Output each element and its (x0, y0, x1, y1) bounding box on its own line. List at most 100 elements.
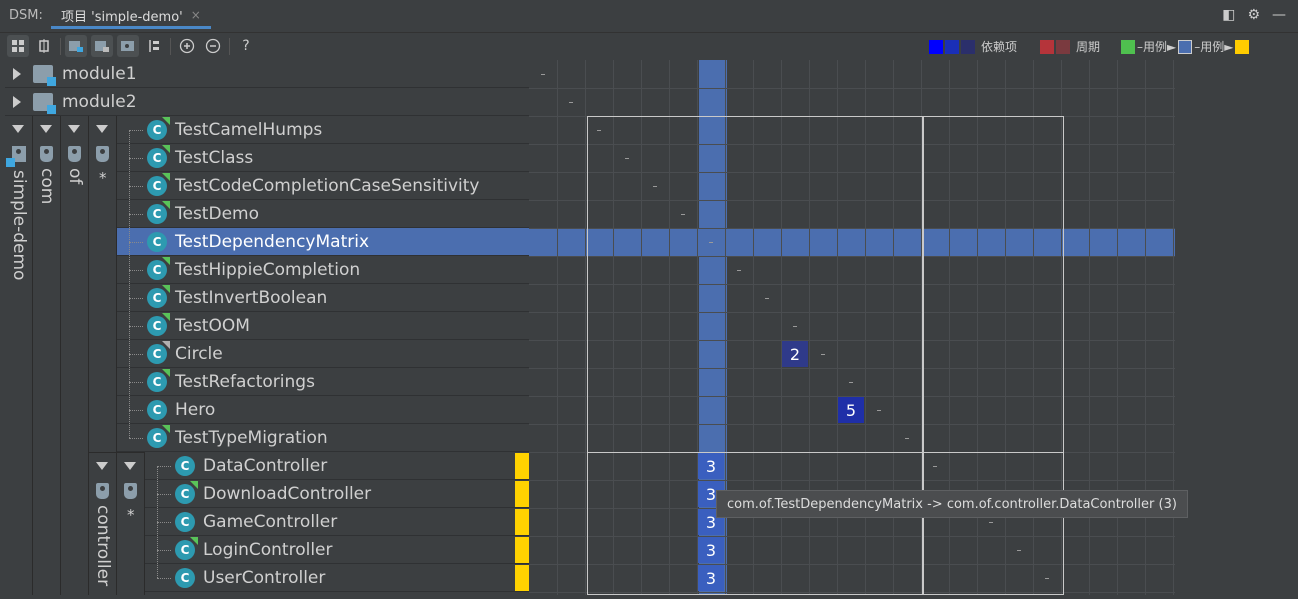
class-name: GameController (203, 511, 338, 532)
group-by-module-icon[interactable] (65, 35, 87, 57)
dependency-count-cell[interactable]: 2 (782, 341, 808, 367)
expand-arrow-icon[interactable] (13, 67, 21, 80)
package-column-star[interactable]: * (89, 116, 117, 452)
expand-matrix-icon[interactable] (33, 35, 55, 57)
class-icon: C (147, 424, 170, 448)
class-name: TestTypeMigration (175, 427, 328, 448)
class-row[interactable]: C TestCodeCompletionCaseSensitivity (117, 172, 529, 200)
tree-structure-icon[interactable] (143, 35, 165, 57)
legend-usage-label-1: –用例► (1137, 40, 1177, 54)
package-icon (40, 146, 53, 162)
package-name: com (37, 168, 57, 205)
flatten-packages-icon[interactable] (117, 35, 139, 57)
class-row[interactable]: C DataController (145, 452, 529, 480)
class-icon: C (175, 536, 198, 560)
module-row[interactable]: module2 (5, 88, 529, 116)
legend-cycle-label: 周期 (1076, 40, 1101, 54)
class-icon: C (175, 511, 195, 532)
package-block-controller (923, 452, 1064, 595)
class-name: TestInvertBoolean (175, 287, 328, 308)
class-name: TestCodeCompletionCaseSensitivity (175, 175, 480, 196)
class-row[interactable]: C Circle (117, 340, 529, 368)
class-name: DataController (203, 455, 328, 476)
module-name: module1 (62, 63, 137, 84)
class-row[interactable]: C TestOOM (117, 312, 529, 340)
restore-layout-icon[interactable]: ◧ (1222, 7, 1235, 23)
collapse-arrow-icon[interactable] (96, 125, 108, 133)
class-name: TestHippieCompletion (175, 259, 361, 280)
package-column-of[interactable]: of (61, 116, 89, 595)
class-icon: C (147, 231, 167, 252)
class-row[interactable]: C GameController (145, 508, 529, 536)
package-column-simple-demo[interactable]: simple-demo (5, 116, 33, 595)
package-icon (96, 146, 109, 162)
dsm-toolbar: ? 依赖项 周期 –用例► –用例► (0, 33, 1298, 60)
window-controls: ◧ ⚙ — (1222, 7, 1286, 23)
dependency-count-cell[interactable]: 3 (698, 453, 724, 479)
collapse-arrow-icon[interactable] (12, 125, 24, 133)
module-folder-icon (33, 64, 56, 86)
class-name: Circle (175, 343, 223, 364)
class-icon: C (147, 116, 170, 140)
grid-view-icon[interactable] (7, 35, 29, 57)
tab-simple-demo[interactable]: 项目 'simple-demo' × (51, 4, 211, 29)
class-row[interactable]: C TestDependencyMatrix (117, 228, 529, 256)
package-name: * (127, 506, 135, 524)
class-row[interactable]: C LoginController (145, 536, 529, 564)
collapse-arrow-icon[interactable] (124, 462, 136, 470)
class-icon: C (147, 368, 170, 392)
class-row[interactable]: C TestDemo (117, 200, 529, 228)
minimize-icon[interactable]: — (1272, 7, 1286, 23)
package-column-com[interactable]: com (33, 116, 61, 595)
class-row[interactable]: C DownloadController (145, 480, 529, 508)
module-row[interactable]: module1 (5, 60, 529, 88)
package-name: controller (93, 505, 113, 587)
class-icon: C (147, 256, 170, 280)
class-row[interactable]: C TestHippieCompletion (117, 256, 529, 284)
legend-dependency-label: 依赖项 (981, 40, 1018, 54)
class-row[interactable]: C TestTypeMigration (117, 424, 529, 452)
package-icon (96, 483, 109, 499)
package-block-star (587, 116, 923, 453)
class-row[interactable]: C Hero (117, 396, 529, 424)
package-name: * (99, 169, 107, 187)
legend-usages: –用例► –用例► (1121, 38, 1251, 55)
settings-gear-icon[interactable]: ⚙ (1247, 7, 1260, 23)
class-icon: C (147, 200, 170, 224)
dsm-label: DSM: (9, 8, 43, 23)
collapse-arrow-icon[interactable] (96, 462, 108, 470)
package-column-controller[interactable]: controller (89, 452, 117, 595)
zoom-out-icon[interactable] (202, 35, 224, 57)
close-tab-icon[interactable]: × (191, 8, 201, 22)
class-row[interactable]: C UserController (145, 564, 529, 592)
dependency-count-cell[interactable]: 3 (698, 565, 724, 591)
tab-label: 项目 'simple-demo' (61, 9, 183, 25)
dependency-count-cell[interactable]: 5 (838, 397, 864, 423)
usage-marker (515, 565, 529, 591)
group-by-package-icon[interactable] (91, 35, 113, 57)
class-icon: C (175, 480, 198, 504)
class-row[interactable]: C TestInvertBoolean (117, 284, 529, 312)
class-name: LoginController (203, 539, 333, 560)
module-folder-icon (33, 92, 56, 114)
class-name: TestClass (175, 147, 254, 168)
class-icon: C (147, 172, 170, 196)
collapse-arrow-icon[interactable] (68, 125, 80, 133)
zoom-in-icon[interactable] (176, 35, 198, 57)
expand-arrow-icon[interactable] (13, 95, 21, 108)
class-row[interactable]: C TestCamelHumps (117, 116, 529, 144)
dependency-count-cell[interactable]: 3 (698, 537, 724, 563)
help-icon[interactable]: ? (235, 35, 257, 57)
package-icon (68, 146, 81, 162)
class-row[interactable]: C TestClass (117, 144, 529, 172)
legend-swatch (929, 39, 943, 54)
usage-marker (515, 481, 529, 507)
package-column-controller-star[interactable]: * (117, 452, 145, 595)
class-name: TestCamelHumps (175, 119, 323, 140)
collapse-arrow-icon[interactable] (40, 125, 52, 133)
package-name: of (65, 168, 85, 185)
class-icon: C (147, 399, 167, 420)
class-name: UserController (203, 567, 326, 588)
class-row[interactable]: C TestRefactorings (117, 368, 529, 396)
class-name: DownloadController (203, 483, 372, 504)
